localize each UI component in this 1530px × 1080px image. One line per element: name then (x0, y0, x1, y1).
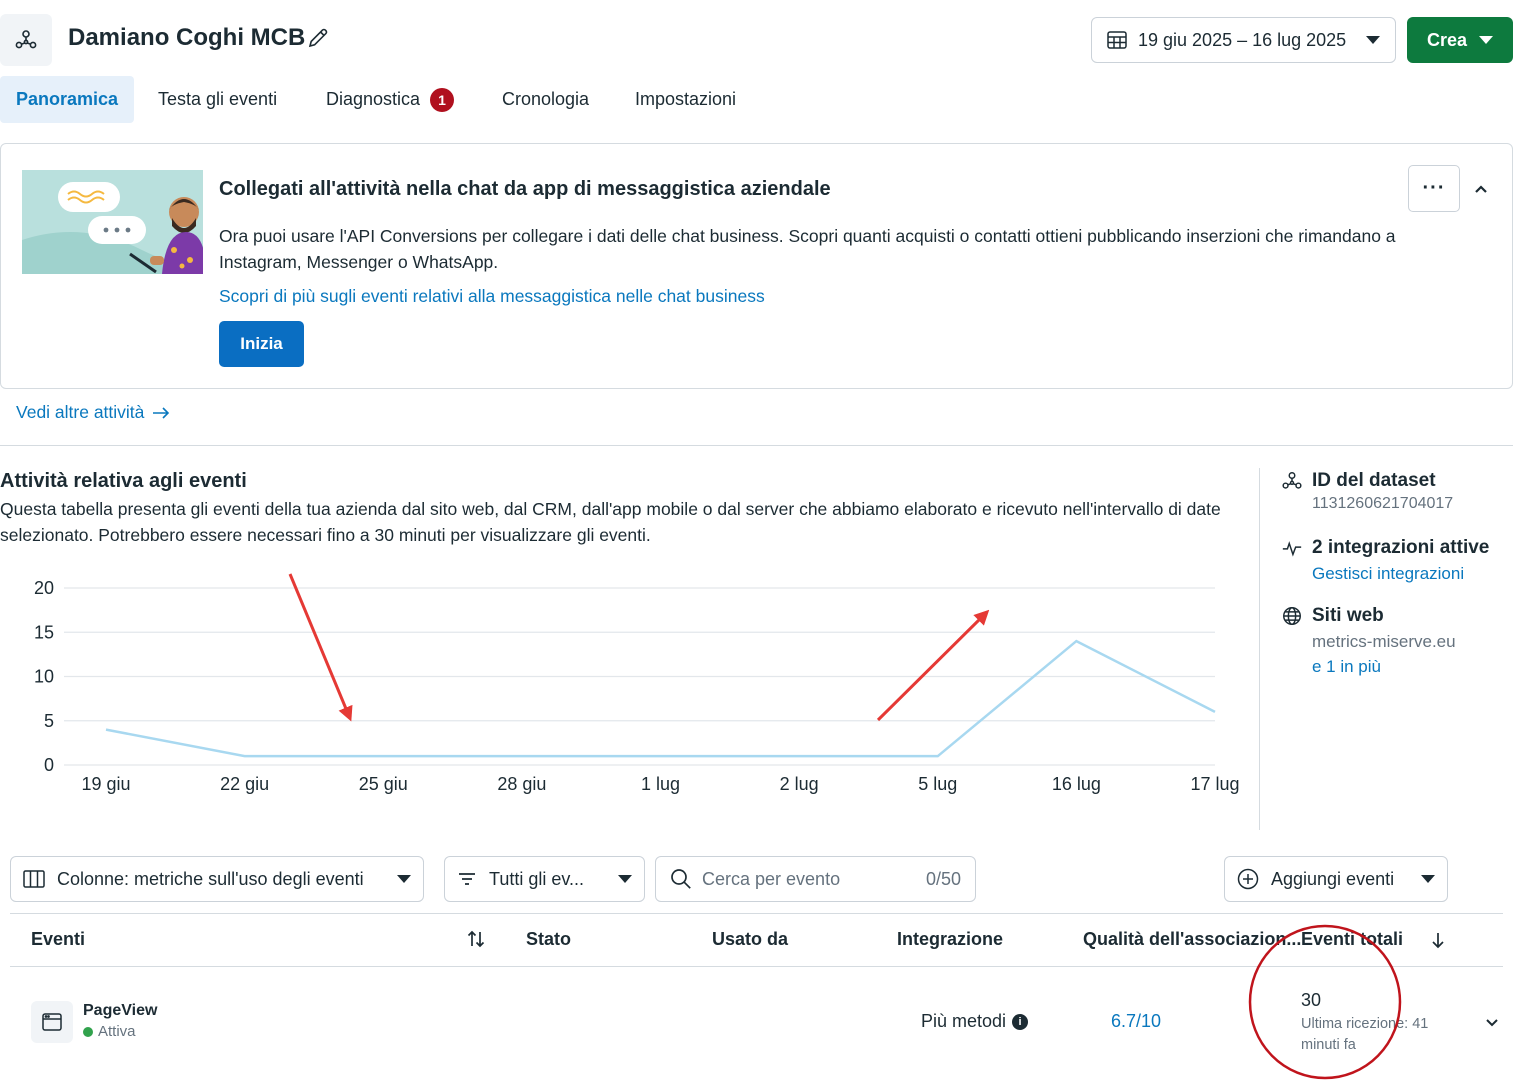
tab-label: Impostazioni (635, 89, 737, 109)
edit-pencil-icon[interactable] (306, 26, 330, 50)
diagnostics-badge: 1 (430, 87, 455, 112)
x-tick-label: 19 giu (81, 774, 130, 794)
column-header-integration[interactable]: Integrazione (897, 929, 1003, 950)
search-input[interactable] (702, 868, 902, 890)
sort-descending-icon[interactable] (1428, 930, 1448, 950)
status-dot-icon (83, 1026, 93, 1037)
event-name: PageView (83, 1002, 158, 1019)
tab-label: Testa gli eventi (158, 89, 278, 109)
info-icon[interactable]: i (1012, 1013, 1029, 1030)
globe-icon (1283, 607, 1301, 625)
column-header-events[interactable]: Eventi (31, 929, 85, 950)
table-divider (10, 913, 1503, 914)
integration-label: Più metodi (921, 1011, 1007, 1031)
tab-label: Diagnostica (326, 89, 421, 109)
tab-test-events[interactable]: Testa gli eventi (158, 76, 277, 123)
y-tick-label: 10 (34, 667, 54, 687)
promo-body: Ora puoi usare l'API Conversions per col… (219, 226, 1396, 272)
search-counter: 0/50 (925, 868, 961, 889)
x-tick-label: 22 giu (220, 774, 269, 794)
websites-label: Siti web (1312, 605, 1384, 626)
promo-learn-more-link[interactable]: Scopri di più sugli eventi relativi alla… (219, 286, 765, 307)
caret-down-icon (1479, 36, 1494, 44)
match-quality-score[interactable]: 6.7/10 (1111, 1011, 1161, 1032)
table-divider (10, 966, 1503, 967)
columns-icon (23, 870, 45, 888)
total-events-count: 30 (1301, 990, 1322, 1010)
promo-title: Collegati all'attività nella chat da app… (219, 178, 831, 200)
x-tick-label: 17 lug (1190, 774, 1239, 794)
chevron-up-icon[interactable] (1470, 178, 1492, 200)
create-label: Crea (1426, 29, 1468, 50)
sort-icon[interactable] (466, 929, 486, 949)
y-tick-label: 0 (44, 755, 54, 775)
caret-down-icon (1366, 36, 1381, 44)
tab-history[interactable]: Cronologia (502, 76, 589, 123)
browser-window-icon (31, 1001, 73, 1043)
search-icon (671, 869, 691, 889)
last-received: Ultima ricezione: 41 minuti fa (1301, 1016, 1429, 1053)
y-tick-label: 20 (34, 578, 54, 598)
x-tick-label: 25 giu (359, 774, 408, 794)
tab-overview[interactable]: Panoramica (0, 76, 135, 123)
caret-down-icon (618, 875, 632, 883)
create-button[interactable]: Crea (1407, 17, 1513, 63)
tab-diagnostics[interactable]: Diagnostica 1 (326, 76, 455, 123)
dataset-id-label: ID del dataset (1312, 470, 1436, 491)
column-header-status[interactable]: Stato (526, 929, 571, 950)
chevron-down-icon[interactable] (1482, 1012, 1502, 1032)
columns-label: Colonne: metriche sull'uso degli eventi (57, 868, 364, 889)
more-options-button[interactable]: ··· (1408, 165, 1460, 212)
dataset-icon (0, 14, 52, 66)
website-domain: metrics-miserve.eu (1312, 632, 1456, 651)
event-integration: Più metodi i (921, 1011, 1029, 1032)
page-title: Damiano Coghi MCB (68, 24, 306, 51)
add-events-label: Aggiungi eventi (1271, 868, 1395, 889)
x-tick-label: 2 lug (780, 774, 819, 794)
promo-illustration (22, 170, 203, 274)
active-integrations-label: 2 integrazioni attive (1312, 537, 1490, 558)
series-line (105, 639, 1216, 758)
y-tick-label: 5 (44, 711, 54, 731)
event-filter-dropdown[interactable]: Tutti gli ev... (444, 856, 645, 902)
events-activity-title: Attività relativa agli eventi (0, 470, 247, 492)
caret-down-icon (1421, 875, 1435, 883)
status-label: Attiva (98, 1023, 136, 1040)
column-header-used-by[interactable]: Usato da (712, 929, 788, 950)
more-websites-link[interactable]: e 1 in più (1312, 657, 1381, 677)
see-more-activities-link[interactable]: Vedi altre attività (16, 402, 170, 423)
x-tick-label: 28 giu (497, 774, 546, 794)
events-line-chart: 0 5 10 15 20 19 giu 22 giu 25 giu 28 giu 1 lug 2 l… (34, 578, 1240, 794)
arrow-right-icon (153, 406, 170, 419)
divider (0, 445, 1513, 446)
filter-icon (459, 873, 475, 885)
event-status: Attiva (83, 1023, 136, 1040)
tab-label: Panoramica (16, 89, 119, 109)
dataset-id-value: 1131260621704017 (1312, 495, 1454, 512)
columns-selector[interactable]: Colonne: metriche sull'uso degli eventi (10, 856, 424, 902)
see-more-label: Vedi altre attività (16, 402, 145, 422)
calendar-icon (1107, 31, 1127, 49)
tab-settings[interactable]: Impostazioni (635, 76, 736, 123)
x-tick-label: 5 lug (918, 774, 957, 794)
date-range-picker[interactable]: 19 giu 2025 – 16 lug 2025 (1091, 17, 1396, 63)
date-range-label: 19 giu 2025 – 16 lug 2025 (1138, 29, 1347, 50)
dataset-icon (1282, 472, 1302, 489)
caret-down-icon (397, 875, 411, 883)
x-tick-label: 16 lug (1052, 774, 1101, 794)
filter-label: Tutti gli ev... (489, 868, 585, 889)
y-tick-label: 15 (34, 622, 54, 642)
manage-integrations-link[interactable]: Gestisci integrazioni (1312, 564, 1464, 584)
column-header-total-events[interactable]: Eventi totali (1301, 929, 1403, 950)
divider-vertical (1259, 468, 1260, 830)
activity-pulse-icon (1282, 541, 1302, 557)
events-activity-description: Questa tabella presenta gli eventi della… (0, 499, 1221, 545)
add-events-button[interactable]: Aggiungi eventi (1224, 856, 1448, 902)
start-button[interactable]: Inizia (219, 321, 304, 367)
plus-circle-icon (1237, 868, 1259, 890)
x-tick-label: 1 lug (641, 774, 680, 794)
event-search[interactable]: 0/50 (655, 856, 976, 902)
column-header-match-quality[interactable]: Qualità dell'associazion... (1083, 929, 1301, 950)
tab-label: Cronologia (502, 89, 590, 109)
